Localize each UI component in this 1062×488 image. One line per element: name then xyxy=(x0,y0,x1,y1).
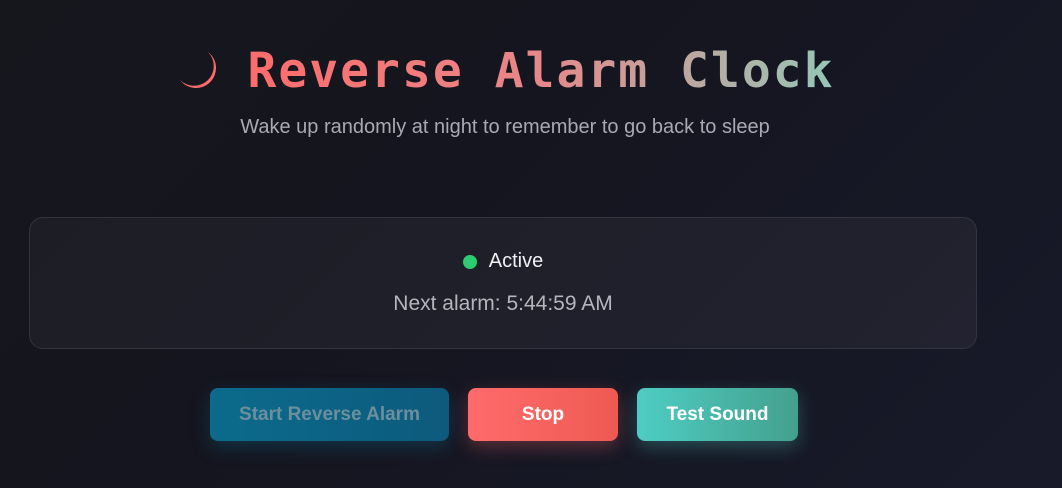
status-row: Active xyxy=(30,250,976,273)
status-card: Active Next alarm: 5:44:59 AM xyxy=(29,217,977,349)
status-label: Active xyxy=(488,250,544,272)
start-reverse-alarm-button[interactable]: Start Reverse Alarm xyxy=(210,388,449,441)
page-subtitle: Wake up randomly at night to remember to… xyxy=(240,116,770,138)
title-row: Reverse Alarm Clock xyxy=(0,40,1010,102)
status-indicator-dot xyxy=(462,254,477,269)
stop-button[interactable]: Stop xyxy=(468,388,618,441)
page-title: Reverse Alarm Clock xyxy=(247,40,834,102)
test-sound-button[interactable]: Test Sound xyxy=(637,388,798,441)
app-header: Reverse Alarm Clock Wake up randomly at … xyxy=(0,40,1010,139)
crescent-moon-icon xyxy=(175,46,225,96)
next-alarm-time: Next alarm: 5:44:59 AM xyxy=(393,292,613,315)
